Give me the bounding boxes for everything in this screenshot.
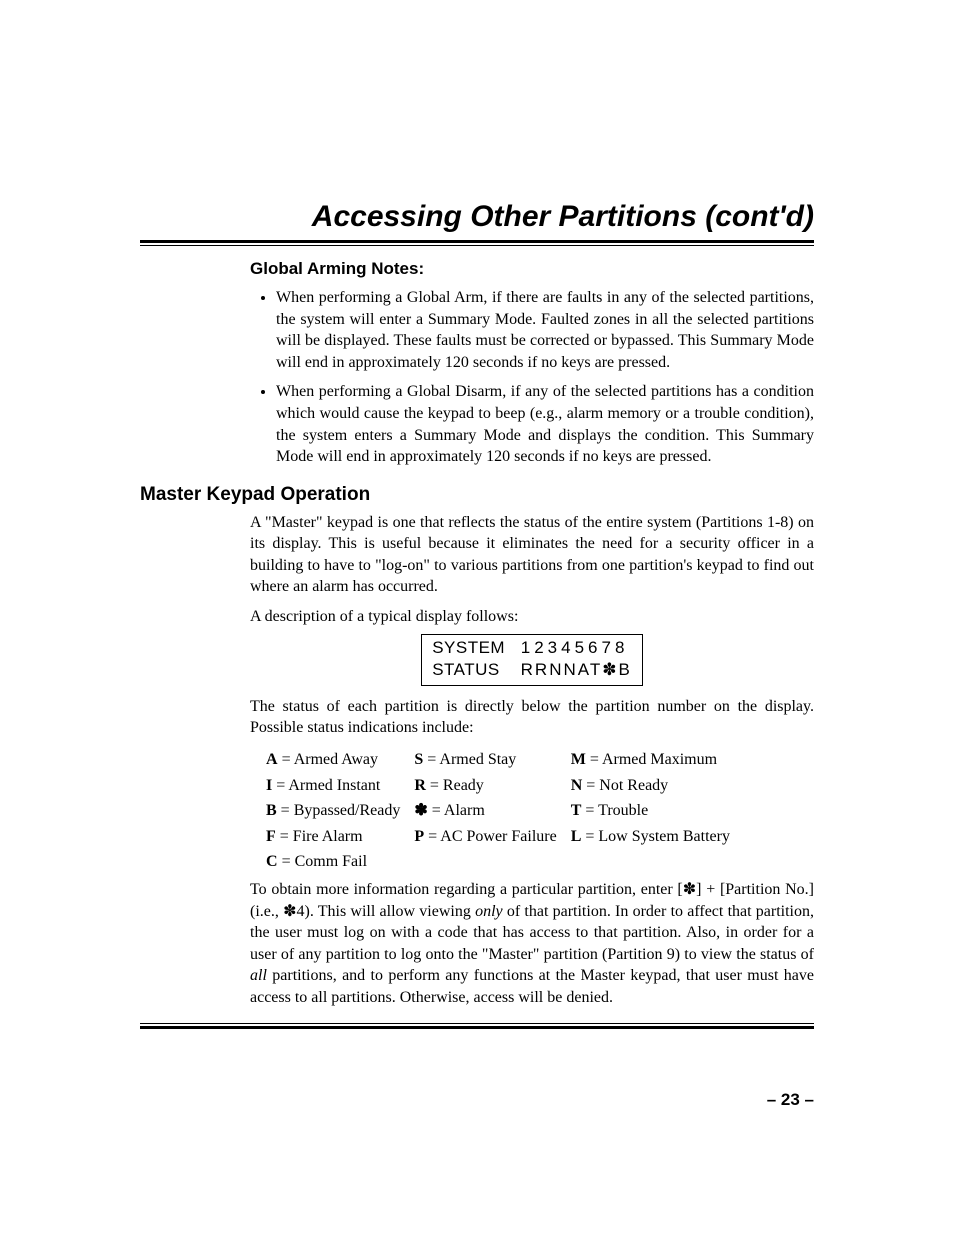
- global-arming-bullet: When performing a Global Arm, if there a…: [276, 287, 814, 373]
- footer-rule-thin: [140, 1023, 814, 1024]
- lcd-display: SYSTEM 12345678 STATUS RRNNAT✽B: [421, 634, 643, 686]
- status-code-cell: A = Armed Away: [266, 747, 414, 773]
- status-code-row: C = Comm Fail: [266, 849, 744, 875]
- status-code-cell: L = Low System Battery: [571, 824, 744, 850]
- status-code-cell: I = Armed Instant: [266, 773, 414, 799]
- final-only: only: [475, 903, 503, 920]
- status-code-cell: M = Armed Maximum: [571, 747, 744, 773]
- page: Accessing Other Partitions (cont'd) Glob…: [0, 0, 954, 1235]
- body-column: A "Master" keypad is one that reflects t…: [250, 512, 814, 1009]
- lcd-label-system: SYSTEM: [432, 638, 505, 657]
- lcd-partition-numbers: 12345678: [521, 638, 629, 657]
- status-code-cell: [571, 849, 744, 875]
- status-code-table: A = Armed AwayS = Armed StayM = Armed Ma…: [266, 747, 744, 875]
- final-paragraph: To obtain more information regarding a p…: [250, 879, 814, 1009]
- body-column: Global Arming Notes: When performing a G…: [250, 258, 814, 468]
- status-code-row: B = Bypassed/Ready✽ = AlarmT = Trouble: [266, 798, 744, 824]
- footer-rule-thick: [140, 1026, 814, 1029]
- status-code-cell: ✽ = Alarm: [414, 798, 570, 824]
- status-code-cell: R = Ready: [414, 773, 570, 799]
- global-arming-bullet: When performing a Global Disarm, if any …: [276, 381, 814, 467]
- status-code-cell: C = Comm Fail: [266, 849, 414, 875]
- status-code-row: I = Armed InstantR = ReadyN = Not Ready: [266, 773, 744, 799]
- status-code-row: A = Armed AwayS = Armed StayM = Armed Ma…: [266, 747, 744, 773]
- lcd-label-status: STATUS: [432, 660, 500, 679]
- page-title: Accessing Other Partitions (cont'd): [140, 200, 814, 234]
- master-keypad-intro-1: A "Master" keypad is one that reflects t…: [250, 512, 814, 598]
- title-rule-thin: [140, 245, 814, 246]
- title-rule-thick: [140, 240, 814, 243]
- status-code-cell: [414, 849, 570, 875]
- status-intro: The status of each partition is directly…: [250, 696, 814, 739]
- final-post: partitions, and to perform any functions…: [250, 967, 814, 1006]
- page-number: – 23 –: [767, 1090, 814, 1110]
- final-all: all: [250, 967, 267, 984]
- status-code-cell: B = Bypassed/Ready: [266, 798, 414, 824]
- master-keypad-heading: Master Keypad Operation: [140, 484, 814, 506]
- status-code-row: F = Fire AlarmP = AC Power FailureL = Lo…: [266, 824, 744, 850]
- master-keypad-intro-2: A description of a typical display follo…: [250, 606, 814, 628]
- status-code-cell: S = Armed Stay: [414, 747, 570, 773]
- lcd-status-values: RRNNAT✽B: [521, 660, 632, 679]
- status-code-cell: F = Fire Alarm: [266, 824, 414, 850]
- global-arming-heading: Global Arming Notes:: [250, 258, 814, 281]
- status-code-cell: T = Trouble: [571, 798, 744, 824]
- status-code-cell: P = AC Power Failure: [414, 824, 570, 850]
- status-code-cell: N = Not Ready: [571, 773, 744, 799]
- global-arming-list: When performing a Global Arm, if there a…: [250, 287, 814, 468]
- lcd-display-wrap: SYSTEM 12345678 STATUS RRNNAT✽B: [250, 634, 814, 686]
